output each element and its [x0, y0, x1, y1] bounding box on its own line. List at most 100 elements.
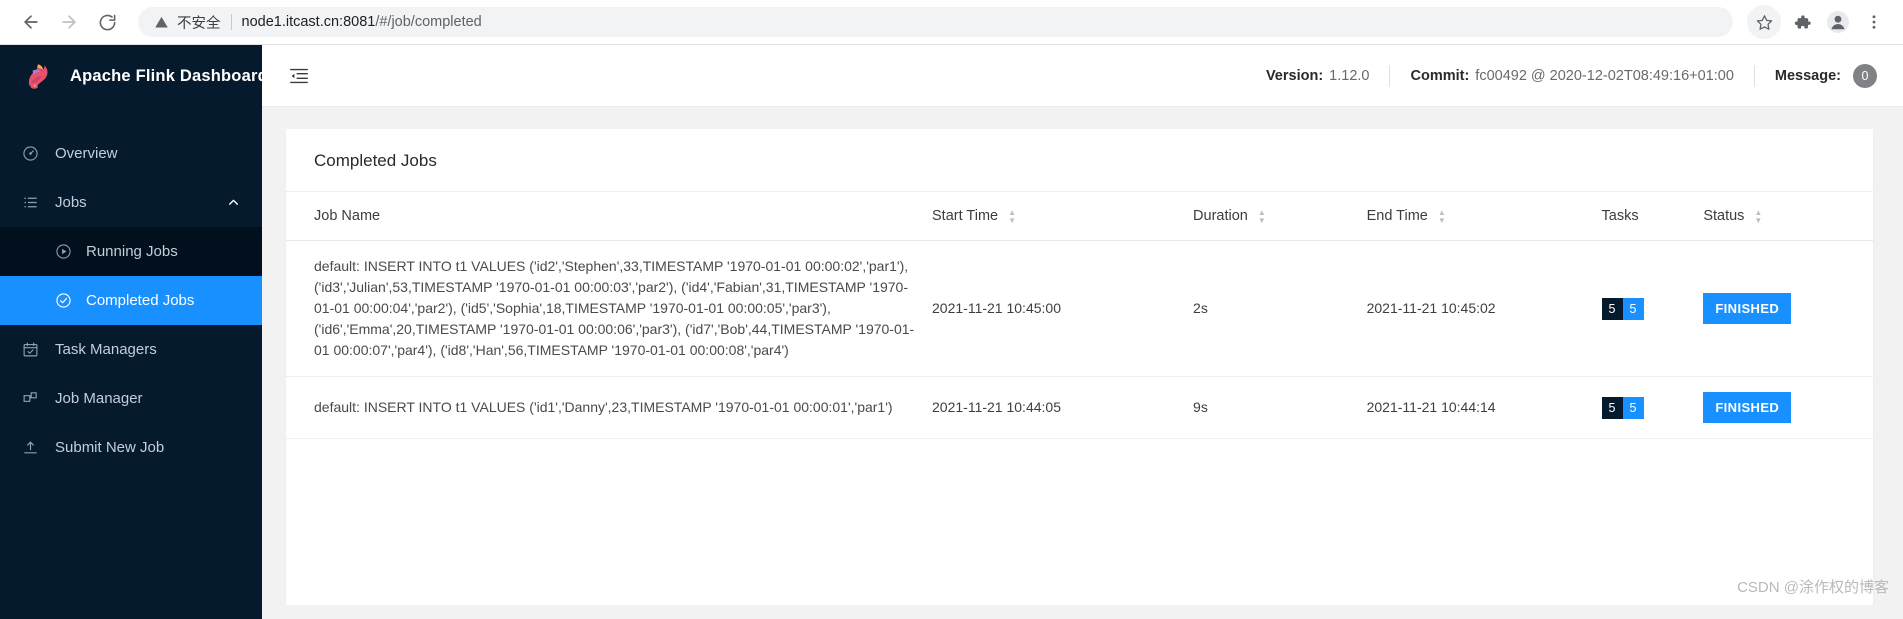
forward-button[interactable]: [52, 5, 86, 39]
sort-arrows-icon[interactable]: ▲ ▼: [1008, 208, 1016, 224]
url-text: node1.itcast.cn:8081/#/job/completed: [242, 14, 482, 30]
browser-toolbar: 不安全 node1.itcast.cn:8081/#/job/completed: [0, 0, 1903, 45]
sidebar-item-label: Task Managers: [55, 341, 157, 358]
sidebar-item-submit-new-job[interactable]: Submit New Job: [0, 423, 262, 472]
three-dot-menu-icon: [1872, 15, 1876, 29]
check-circle-icon: [55, 292, 72, 309]
column-duration[interactable]: Duration ▲ ▼: [1193, 192, 1367, 241]
cell-end-time: 2021-11-21 10:44:14: [1366, 376, 1602, 439]
sort-arrows-icon[interactable]: ▲ ▼: [1258, 208, 1266, 224]
sidebar-item-label: Completed Jobs: [86, 292, 195, 309]
content-area: Completed Jobs Job Name Start Time ▲ ▼ D…: [262, 107, 1903, 619]
person-icon: [1827, 11, 1849, 33]
cell-start-time: 2021-11-21 10:45:00: [932, 240, 1194, 377]
calendar-check-icon: [22, 341, 39, 358]
arrow-right-icon: [62, 15, 76, 29]
sidebar-item-job-manager[interactable]: Job Manager: [0, 374, 262, 423]
column-tasks: Tasks: [1601, 192, 1704, 241]
puzzle-icon: [1794, 14, 1811, 29]
star-icon: [1756, 14, 1772, 30]
column-label: Tasks: [1601, 208, 1639, 224]
table-row[interactable]: default: INSERT INTO t1 VALUES ('id1','D…: [286, 376, 1873, 439]
cell-tasks: 55: [1601, 376, 1704, 439]
extensions-button[interactable]: [1787, 7, 1817, 37]
sidebar-nav: Overview Jobs Running Jobs Completed Job…: [0, 129, 262, 472]
menu-fold-icon[interactable]: [286, 63, 312, 89]
profile-button[interactable]: [1823, 7, 1853, 37]
reload-button[interactable]: [90, 5, 124, 39]
cell-job-name[interactable]: default: INSERT INTO t1 VALUES ('id2','S…: [286, 240, 933, 377]
tasks-total-chip: 5: [1601, 297, 1623, 320]
upload-icon: [22, 439, 39, 456]
table-header: Job Name Start Time ▲ ▼ Duration ▲ ▼ End…: [286, 192, 1873, 241]
sidebar-item-label: Job Manager: [55, 390, 143, 407]
column-end-time[interactable]: End Time ▲ ▼: [1366, 192, 1602, 241]
column-status[interactable]: Status ▲ ▼: [1703, 192, 1873, 241]
completed-jobs-card: Completed Jobs Job Name Start Time ▲ ▼ D…: [286, 129, 1873, 619]
flink-squirrel-logo: [28, 64, 48, 89]
column-start-time[interactable]: Start Time ▲ ▼: [932, 192, 1194, 241]
url-path: /#/job/completed: [375, 14, 482, 30]
version-value: 1.12.0: [1329, 67, 1370, 84]
brand-title: Apache Flink Dashboard: [70, 66, 268, 85]
column-label: End Time: [1366, 208, 1428, 224]
column-label: Job Name: [314, 208, 381, 224]
commit-label: Commit:: [1410, 67, 1470, 84]
dashboard-icon: [22, 145, 39, 162]
sidebar-item-completed-jobs[interactable]: Completed Jobs: [0, 276, 262, 325]
meta-divider: [1389, 64, 1391, 87]
reload-icon: [99, 14, 115, 30]
cell-start-time: 2021-11-21 10:44:05: [932, 376, 1194, 439]
bottom-strip: [262, 605, 1903, 619]
bookmark-button[interactable]: [1747, 5, 1781, 39]
top-bar: Version: 1.12.0 Commit: fc00492 @ 2020-1…: [262, 45, 1903, 107]
brand: Apache Flink Dashboard: [0, 45, 268, 107]
table-header-row: Job Name Start Time ▲ ▼ Duration ▲ ▼ End…: [286, 192, 1873, 241]
sidebar-item-overview[interactable]: Overview: [0, 129, 262, 178]
completed-jobs-table: Job Name Start Time ▲ ▼ Duration ▲ ▼ End…: [286, 192, 1873, 439]
column-label: Start Time: [932, 208, 999, 224]
security-label: 不安全: [177, 15, 221, 32]
sidebar-item-label: Submit New Job: [55, 439, 165, 456]
chevron-up-icon[interactable]: [227, 196, 240, 209]
address-bar[interactable]: 不安全 node1.itcast.cn:8081/#/job/completed: [138, 7, 1733, 37]
sidebar-item-jobs[interactable]: Jobs: [0, 178, 262, 227]
main-area: Version: 1.12.0 Commit: fc00492 @ 2020-1…: [262, 45, 1903, 619]
sort-arrows-icon[interactable]: ▲ ▼: [1438, 208, 1446, 224]
cell-job-name[interactable]: default: INSERT INTO t1 VALUES ('id1','D…: [286, 376, 933, 439]
tasks-finished-chip: 5: [1622, 297, 1644, 320]
play-circle-icon: [55, 243, 72, 260]
tasks-finished-chip: 5: [1622, 396, 1644, 419]
sidebar-item-label: Running Jobs: [86, 243, 178, 260]
column-job-name: Job Name: [286, 192, 933, 241]
sort-arrows-icon[interactable]: ▲ ▼: [1754, 208, 1762, 224]
sidebar-item-label: Jobs: [55, 194, 87, 211]
column-label: Status: [1703, 208, 1745, 224]
sidebar-item-running-jobs[interactable]: Running Jobs: [0, 227, 262, 276]
message-label: Message:: [1774, 67, 1841, 84]
browser-menu-button[interactable]: [1859, 7, 1889, 37]
browser-action-icons: [1747, 5, 1889, 39]
commit-value: fc00492 @ 2020-12-02T08:49:16+01:00: [1475, 67, 1734, 84]
status-badge: FINISHED: [1703, 293, 1792, 324]
cell-status: FINISHED: [1703, 240, 1873, 377]
column-label: Duration: [1193, 208, 1248, 224]
arrow-left-icon: [24, 15, 38, 29]
cell-tasks: 55: [1601, 240, 1704, 377]
warning-triangle-icon: [154, 15, 169, 30]
cluster-icon: [22, 390, 39, 407]
url-host: node1.itcast.cn:8081: [241, 14, 376, 30]
topbar-meta: Version: 1.12.0 Commit: fc00492 @ 2020-1…: [1265, 63, 1877, 88]
version-label: Version:: [1265, 67, 1324, 84]
sidebar-item-label: Overview: [55, 145, 118, 162]
sidebar-item-task-managers[interactable]: Task Managers: [0, 325, 262, 374]
cell-end-time: 2021-11-21 10:45:02: [1366, 240, 1602, 377]
cell-duration: 9s: [1193, 376, 1367, 439]
status-badge: FINISHED: [1703, 392, 1792, 423]
table-row[interactable]: default: INSERT INTO t1 VALUES ('id2','S…: [286, 240, 1873, 377]
tasks-total-chip: 5: [1601, 396, 1623, 419]
message-count-badge[interactable]: 0: [1853, 63, 1877, 88]
back-button[interactable]: [14, 5, 48, 39]
page-title: Completed Jobs: [286, 129, 1873, 192]
cell-duration: 2s: [1193, 240, 1367, 377]
